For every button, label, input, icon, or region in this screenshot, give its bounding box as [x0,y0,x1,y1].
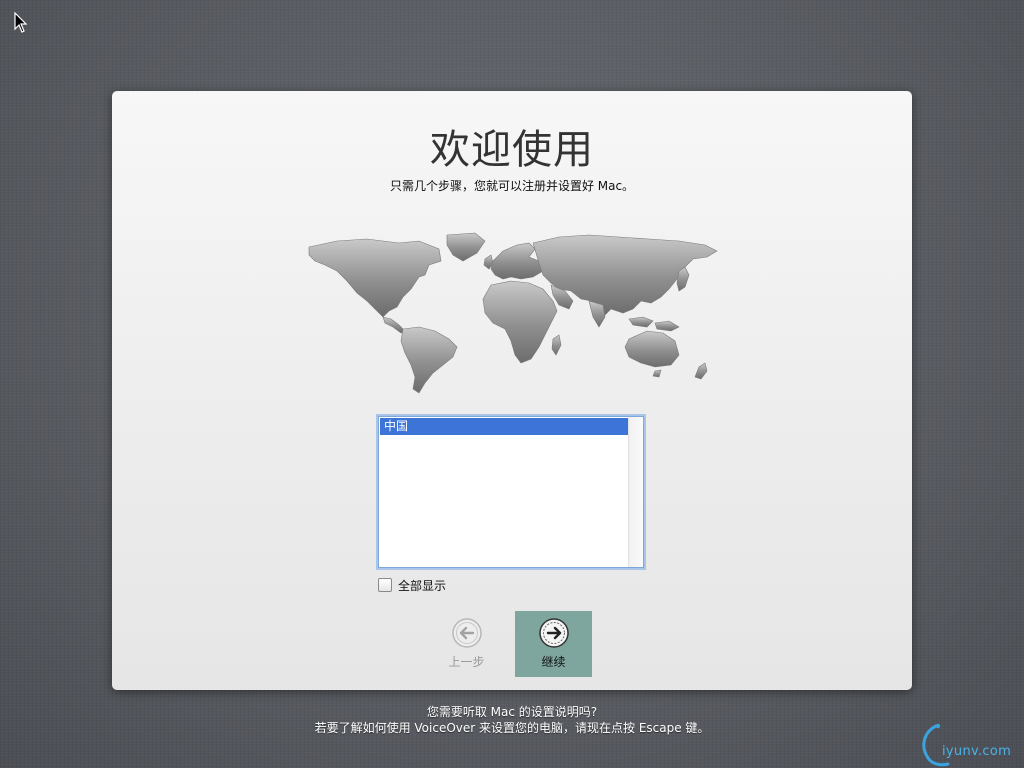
back-button[interactable]: 上一步 [428,611,505,677]
continue-button-label: 继续 [541,655,566,669]
voiceover-hint: 您需要听取 Mac 的设置说明吗? 若要了解如何使用 VoiceOver 来设置… [0,704,1024,736]
show-all-label: 全部显示 [398,578,447,593]
list-scrollbar[interactable] [628,417,643,567]
back-button-label: 上一步 [448,655,485,669]
country-list[interactable]: 中国 [378,416,644,568]
watermark-text: iyunv.com [942,744,1012,759]
welcome-subtitle: 只需几个步骤，您就可以注册并设置好 Mac。 [389,179,635,193]
setup-assistant-panel: 欢迎使用 只需几个步骤，您就可以注册并设置好 Mac。 中国 全部显示 上一步 … [112,91,912,690]
voiceover-hint-line1: 您需要听取 Mac 的设置说明吗? [426,705,598,719]
world-map-icon [308,232,718,394]
arrow-left-circle-icon [452,618,482,648]
show-all-option[interactable]: 全部显示 [378,577,446,593]
continue-button[interactable]: 继续 [515,611,592,677]
welcome-title: 欢迎使用 [430,127,594,173]
show-all-checkbox[interactable] [378,578,392,592]
country-list-item-china[interactable]: 中国 [380,418,628,435]
mouse-pointer-icon [14,12,28,33]
arrow-right-circle-icon [539,618,569,648]
watermark: iyunv.com [918,720,1024,768]
voiceover-hint-line2: 若要了解如何使用 VoiceOver 来设置您的电脑，请现在点按 Escape … [314,721,710,735]
